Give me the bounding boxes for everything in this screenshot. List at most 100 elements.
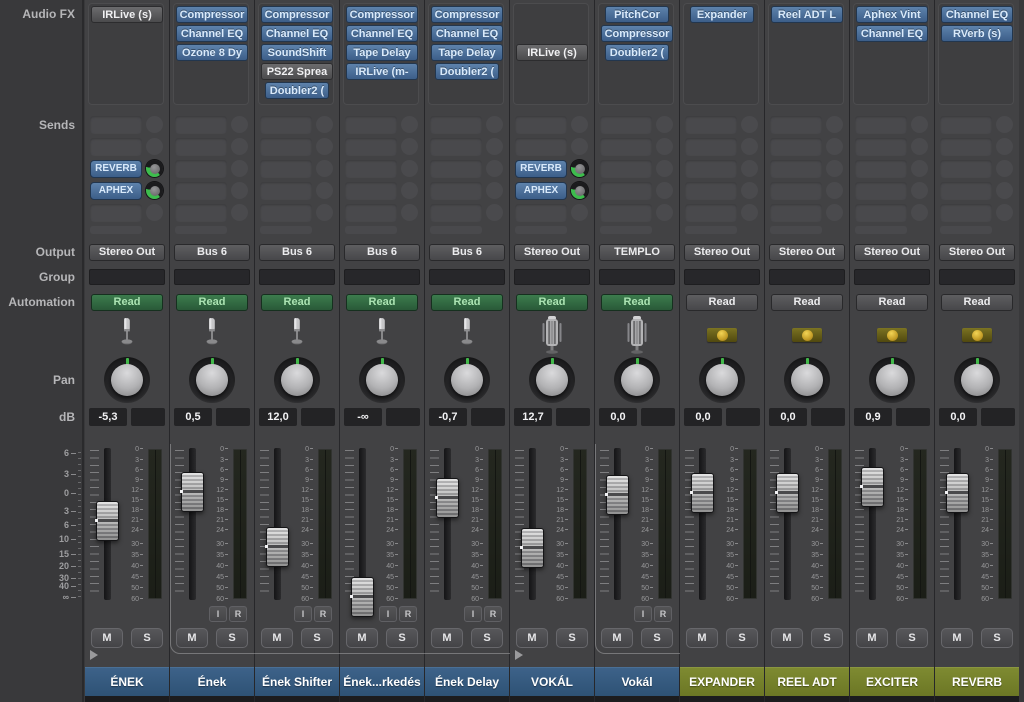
send-slot[interactable] (345, 182, 397, 200)
fader-cap[interactable] (266, 527, 289, 567)
output-button[interactable]: Stereo Out (684, 244, 760, 261)
fader-track[interactable] (614, 448, 621, 600)
plugin-button[interactable]: Compressor (431, 6, 503, 23)
volume-db-value[interactable]: 0,0 (684, 408, 722, 426)
fader-cap[interactable] (436, 478, 459, 518)
plugin-button[interactable]: RVerb (s) (941, 25, 1013, 42)
pan-knob[interactable] (189, 357, 235, 403)
volume-db-value[interactable]: 0,0 (599, 408, 637, 426)
group-slot[interactable] (174, 269, 250, 285)
fader-cap[interactable] (946, 473, 969, 513)
send-slot[interactable] (175, 138, 227, 156)
group-slot[interactable] (344, 269, 420, 285)
send-slot[interactable] (770, 160, 822, 178)
send-slot[interactable] (90, 138, 142, 156)
plugin-button[interactable]: Aphex Vint (856, 6, 928, 23)
group-slot[interactable] (429, 269, 505, 285)
plugin-button[interactable]: Ozone 8 Dy (176, 44, 248, 61)
send-slot[interactable] (685, 182, 737, 200)
plugin-button[interactable]: Tape Delay (346, 44, 418, 61)
solo-button[interactable]: S (301, 628, 333, 648)
send-slot[interactable] (770, 182, 822, 200)
stack-disclosure-triangle[interactable] (515, 650, 523, 660)
send-slot[interactable] (515, 116, 567, 134)
send-slot[interactable] (90, 204, 142, 222)
channel-name[interactable]: VOKÁL (510, 667, 594, 696)
volume-db-value[interactable]: 0,0 (769, 408, 807, 426)
stack-disclosure-triangle[interactable] (90, 650, 98, 660)
fader-track[interactable] (444, 448, 451, 600)
send-slot[interactable] (940, 182, 992, 200)
plugin-button[interactable]: SoundShift (261, 44, 333, 61)
fader-track[interactable] (189, 448, 196, 600)
send-slot[interactable] (855, 182, 907, 200)
fader-cap[interactable] (96, 501, 119, 541)
group-slot[interactable] (514, 269, 590, 285)
plugin-button[interactable]: Compressor (176, 6, 248, 23)
volume-db-value[interactable]: -5,3 (89, 408, 127, 426)
send-slot[interactable] (430, 116, 482, 134)
fader-cap[interactable] (861, 467, 884, 507)
plugin-button[interactable]: Channel EQ (431, 25, 503, 42)
send-slot[interactable] (600, 182, 652, 200)
group-slot[interactable] (684, 269, 760, 285)
pan-knob[interactable] (869, 357, 915, 403)
automation-mode-button[interactable]: Read (346, 294, 418, 311)
plugin-button[interactable]: PS22 Sprea (261, 63, 333, 80)
automation-mode-button[interactable]: Read (516, 294, 588, 311)
volume-db-value[interactable]: -0,7 (429, 408, 467, 426)
mute-button[interactable]: M (941, 628, 973, 648)
solo-button[interactable]: S (386, 628, 418, 648)
mute-button[interactable]: M (431, 628, 463, 648)
output-button[interactable]: Stereo Out (514, 244, 590, 261)
automation-mode-button[interactable]: Read (856, 294, 928, 311)
solo-button[interactable]: S (811, 628, 843, 648)
send-slot[interactable] (940, 204, 992, 222)
mute-button[interactable]: M (686, 628, 718, 648)
channel-name[interactable]: Ének (170, 667, 254, 696)
group-slot[interactable] (939, 269, 1015, 285)
send-slot[interactable] (345, 116, 397, 134)
send-slot[interactable] (175, 204, 227, 222)
plugin-button[interactable]: Doubler2 ( (435, 63, 499, 80)
plugin-button[interactable]: Compressor (601, 25, 673, 42)
input-monitor-button[interactable]: I (634, 606, 652, 622)
send-slot[interactable] (345, 138, 397, 156)
channel-name[interactable]: ÉNEK (85, 667, 169, 696)
send-slot[interactable] (770, 204, 822, 222)
pan-knob[interactable] (444, 357, 490, 403)
send-slot[interactable] (685, 204, 737, 222)
send-slot[interactable] (430, 182, 482, 200)
input-monitor-button[interactable]: I (294, 606, 312, 622)
send-slot[interactable] (940, 116, 992, 134)
output-button[interactable]: Stereo Out (854, 244, 930, 261)
send-slot[interactable] (940, 138, 992, 156)
volume-db-value[interactable]: 0,9 (854, 408, 892, 426)
mute-button[interactable]: M (91, 628, 123, 648)
send-slot[interactable] (260, 204, 312, 222)
pan-knob[interactable] (104, 357, 150, 403)
output-button[interactable]: Stereo Out (89, 244, 165, 261)
send-button[interactable]: APHEX (515, 182, 567, 200)
fader-cap[interactable] (181, 472, 204, 512)
solo-button[interactable]: S (726, 628, 758, 648)
automation-mode-button[interactable]: Read (176, 294, 248, 311)
volume-db-value[interactable]: 0,5 (174, 408, 212, 426)
automation-mode-button[interactable]: Read (771, 294, 843, 311)
fader-track[interactable] (954, 448, 961, 600)
fader-cap[interactable] (521, 528, 544, 568)
output-button[interactable]: TEMPLO (599, 244, 675, 261)
send-level-knob[interactable] (571, 160, 588, 177)
automation-mode-button[interactable]: Read (261, 294, 333, 311)
send-slot[interactable] (430, 204, 482, 222)
solo-button[interactable]: S (641, 628, 673, 648)
send-slot[interactable] (600, 204, 652, 222)
record-enable-button[interactable]: R (229, 606, 247, 622)
plugin-button[interactable]: Channel EQ (856, 25, 928, 42)
input-monitor-button[interactable]: I (464, 606, 482, 622)
record-enable-button[interactable]: R (314, 606, 332, 622)
channel-name[interactable]: Ének...rkedés (340, 667, 424, 696)
send-slot[interactable] (260, 116, 312, 134)
fader-track[interactable] (274, 448, 281, 600)
plugin-button[interactable]: Channel EQ (346, 25, 418, 42)
